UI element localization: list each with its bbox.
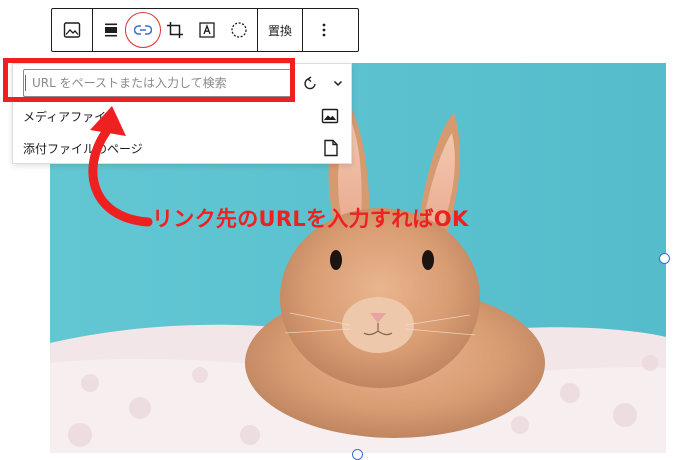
link-options-toggle[interactable] bbox=[326, 69, 350, 97]
text-overlay-icon bbox=[199, 22, 215, 38]
toolbar-group-tools bbox=[93, 9, 257, 51]
annotation-text: リンク先のURLを入力すればOK bbox=[152, 207, 469, 231]
replace-label: 置換 bbox=[267, 23, 292, 38]
toolbar-group-replace: 置換 bbox=[258, 9, 302, 51]
page-icon bbox=[324, 139, 338, 157]
annotation-arrow bbox=[88, 106, 153, 227]
crop-icon bbox=[167, 22, 183, 38]
duotone-icon bbox=[231, 22, 247, 38]
block-toolbar: 置換 bbox=[51, 8, 359, 52]
image-icon bbox=[321, 108, 339, 124]
crop-button[interactable] bbox=[159, 9, 191, 51]
resize-handle-right[interactable] bbox=[659, 253, 670, 264]
duotone-button[interactable] bbox=[223, 9, 255, 51]
toolbar-group-more bbox=[303, 9, 345, 51]
menu-item-media-file[interactable]: メディアファイル bbox=[13, 100, 351, 132]
resize-handle-bottom[interactable] bbox=[352, 449, 363, 460]
more-options-button[interactable] bbox=[303, 9, 345, 51]
image-block-switcher-button[interactable] bbox=[52, 9, 92, 51]
toolbar-group-block-type bbox=[52, 9, 92, 51]
text-overlay-button[interactable] bbox=[191, 9, 223, 51]
replace-button[interactable]: 置換 bbox=[258, 9, 302, 51]
annotation-highlight-box bbox=[3, 58, 295, 102]
enter-icon bbox=[304, 76, 316, 90]
align-center-icon bbox=[105, 23, 117, 37]
submit-link-button[interactable] bbox=[298, 69, 324, 97]
link-button[interactable] bbox=[125, 9, 161, 51]
align-button[interactable] bbox=[95, 9, 127, 51]
highlight-ring bbox=[125, 12, 161, 48]
menu-item-attachment-page[interactable]: 添付ファイルのページ bbox=[13, 132, 351, 164]
more-vertical-icon bbox=[322, 23, 326, 37]
chevron-down-icon bbox=[333, 80, 343, 86]
image-icon bbox=[63, 22, 81, 38]
